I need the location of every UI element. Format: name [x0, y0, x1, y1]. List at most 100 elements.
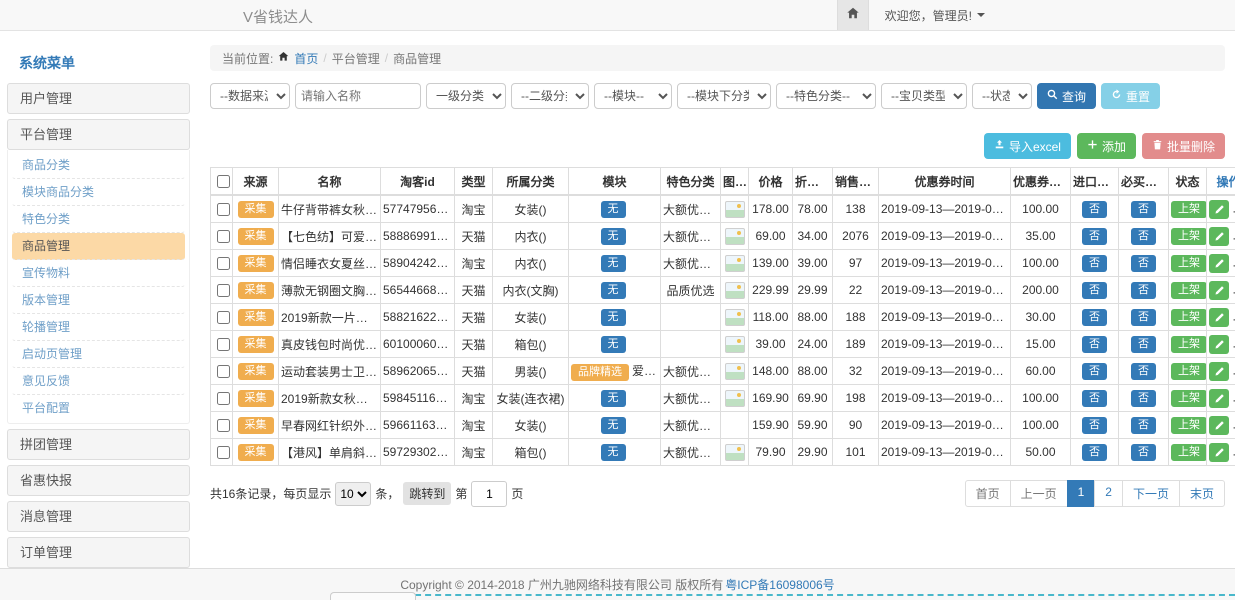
- edit-button[interactable]: [1209, 227, 1229, 246]
- sidebar-group[interactable]: 省惠快报: [7, 465, 190, 496]
- row-checkbox[interactable]: [217, 446, 230, 459]
- import-choice-badge[interactable]: 否: [1082, 255, 1107, 272]
- bottom-partial-element: [330, 592, 416, 600]
- jump-page-input[interactable]: [471, 481, 507, 507]
- row-checkbox[interactable]: [217, 230, 230, 243]
- page-button-2[interactable]: 2: [1094, 480, 1123, 507]
- page-button-下一页[interactable]: 下一页: [1122, 480, 1180, 507]
- edit-button[interactable]: [1209, 254, 1229, 273]
- jump-button[interactable]: 跳转到: [403, 482, 451, 505]
- status-badge[interactable]: 上架: [1171, 336, 1207, 353]
- status-badge[interactable]: 上架: [1171, 417, 1207, 434]
- level1-category-filter[interactable]: 一级分类: [426, 83, 506, 109]
- add-button[interactable]: 添加: [1077, 133, 1136, 159]
- status-filter[interactable]: --状态--: [972, 83, 1032, 109]
- source-filter[interactable]: --数据来源--: [210, 83, 290, 109]
- feature-filter[interactable]: --特色分类--: [776, 83, 876, 109]
- home-button[interactable]: [837, 0, 869, 30]
- import-excel-button[interactable]: 导入excel: [984, 133, 1071, 159]
- must-buy-badge[interactable]: 否: [1131, 282, 1156, 299]
- edit-button[interactable]: [1209, 362, 1229, 381]
- sidebar-item[interactable]: 特色分类: [12, 206, 185, 233]
- edit-button[interactable]: [1209, 308, 1229, 327]
- status-badge[interactable]: 上架: [1171, 444, 1207, 461]
- sidebar-item[interactable]: 平台配置: [12, 395, 185, 421]
- page-button-末页[interactable]: 末页: [1179, 480, 1225, 507]
- search-button[interactable]: 查询: [1037, 83, 1096, 109]
- product-name: 真皮钱包时尚优雅女士...: [279, 331, 381, 358]
- must-buy-badge[interactable]: 否: [1131, 363, 1156, 380]
- sidebar-item[interactable]: 商品管理: [12, 233, 185, 260]
- status-badge[interactable]: 上架: [1171, 363, 1207, 380]
- status-badge[interactable]: 上架: [1171, 309, 1207, 326]
- reset-button[interactable]: 重置: [1101, 83, 1160, 109]
- must-buy-badge[interactable]: 否: [1131, 309, 1156, 326]
- breadcrumb-separator: /: [323, 51, 326, 65]
- must-buy-badge[interactable]: 否: [1131, 255, 1156, 272]
- row-checkbox[interactable]: [217, 419, 230, 432]
- must-buy-badge[interactable]: 否: [1131, 444, 1156, 461]
- import-choice-badge[interactable]: 否: [1082, 363, 1107, 380]
- import-choice-badge[interactable]: 否: [1082, 336, 1107, 353]
- status-badge[interactable]: 上架: [1171, 390, 1207, 407]
- sidebar-item[interactable]: 模块商品分类: [12, 179, 185, 206]
- status-badge[interactable]: 上架: [1171, 228, 1207, 245]
- row-checkbox[interactable]: [217, 311, 230, 324]
- must-buy-badge[interactable]: 否: [1131, 228, 1156, 245]
- row-checkbox[interactable]: [217, 203, 230, 216]
- import-choice-badge[interactable]: 否: [1082, 444, 1107, 461]
- row-checkbox[interactable]: [217, 257, 230, 270]
- import-choice-badge[interactable]: 否: [1082, 282, 1107, 299]
- edit-button[interactable]: [1209, 416, 1229, 435]
- import-choice-badge[interactable]: 否: [1082, 309, 1107, 326]
- status-badge[interactable]: 上架: [1171, 201, 1207, 218]
- per-page-select[interactable]: 10: [335, 482, 371, 506]
- must-buy-badge[interactable]: 否: [1131, 390, 1156, 407]
- row-checkbox[interactable]: [217, 365, 230, 378]
- row-checkbox[interactable]: [217, 338, 230, 351]
- page-button-上一页[interactable]: 上一页: [1010, 480, 1068, 507]
- module-sub-filter[interactable]: --模块下分类--: [677, 83, 771, 109]
- page-button-首页[interactable]: 首页: [965, 480, 1011, 507]
- feature-category: 大额优惠券: [661, 385, 721, 412]
- sidebar-item[interactable]: 轮播管理: [12, 314, 185, 341]
- sidebar-group[interactable]: 用户管理: [7, 83, 190, 114]
- batch-delete-button[interactable]: 批量删除: [1142, 133, 1225, 159]
- name-search-input[interactable]: [295, 83, 421, 109]
- page-button-1[interactable]: 1: [1067, 480, 1096, 507]
- sidebar-group[interactable]: 拼团管理: [7, 429, 190, 460]
- must-buy-badge[interactable]: 否: [1131, 201, 1156, 218]
- edit-button[interactable]: [1209, 443, 1229, 462]
- item-type-filter[interactable]: --宝贝类型--: [881, 83, 967, 109]
- import-choice-badge[interactable]: 否: [1082, 228, 1107, 245]
- breadcrumb-home-link[interactable]: 首页: [294, 50, 318, 67]
- import-choice-badge[interactable]: 否: [1082, 201, 1107, 218]
- edit-button[interactable]: [1209, 335, 1229, 354]
- module-filter[interactable]: --模块--: [594, 83, 672, 109]
- sidebar-group[interactable]: 订单管理: [7, 537, 190, 568]
- edit-button[interactable]: [1209, 281, 1229, 300]
- row-checkbox[interactable]: [217, 284, 230, 297]
- sidebar-item[interactable]: 版本管理: [12, 287, 185, 314]
- icp-link[interactable]: 粤ICP备16098006号: [725, 576, 834, 593]
- sidebar-group[interactable]: 平台管理: [7, 119, 190, 150]
- edit-button[interactable]: [1209, 200, 1229, 219]
- select-all-checkbox[interactable]: [217, 175, 230, 188]
- edit-button[interactable]: [1209, 389, 1229, 408]
- bottom-edge-strip: [405, 594, 1235, 596]
- import-choice-badge[interactable]: 否: [1082, 417, 1107, 434]
- import-choice-badge[interactable]: 否: [1082, 390, 1107, 407]
- status-badge[interactable]: 上架: [1171, 255, 1207, 272]
- ops-cell: [1207, 304, 1235, 331]
- user-menu[interactable]: 欢迎您，管理员!: [885, 7, 985, 24]
- level2-category-filter[interactable]: --二级分类--: [511, 83, 589, 109]
- sidebar-item[interactable]: 意见反馈: [12, 368, 185, 395]
- sidebar-item[interactable]: 启动页管理: [12, 341, 185, 368]
- sidebar-item[interactable]: 宣传物料: [12, 260, 185, 287]
- row-checkbox[interactable]: [217, 392, 230, 405]
- must-buy-badge[interactable]: 否: [1131, 417, 1156, 434]
- sidebar-item[interactable]: 商品分类: [12, 152, 185, 179]
- sidebar-group[interactable]: 消息管理: [7, 501, 190, 532]
- must-buy-badge[interactable]: 否: [1131, 336, 1156, 353]
- status-badge[interactable]: 上架: [1171, 282, 1207, 299]
